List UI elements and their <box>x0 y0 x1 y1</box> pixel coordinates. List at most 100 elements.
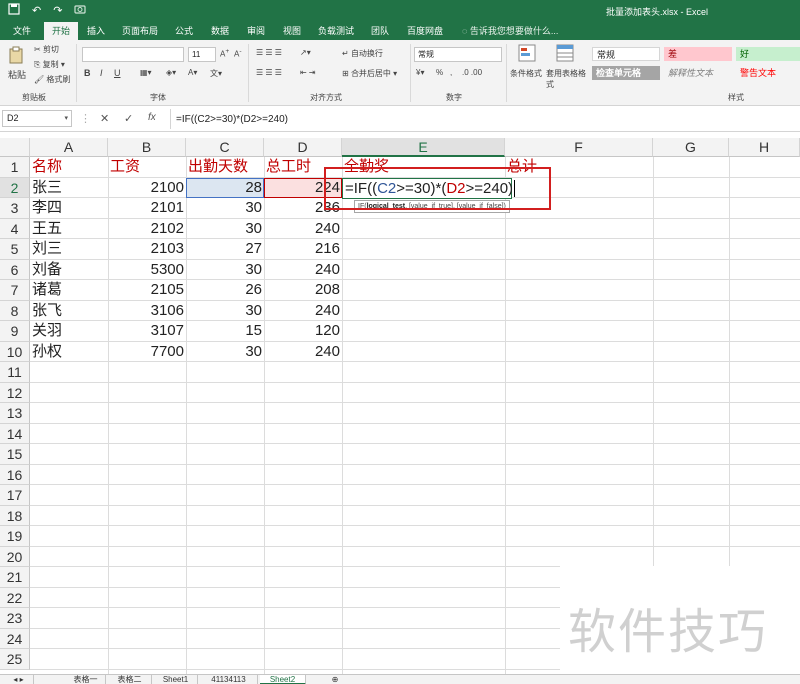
row-header-6[interactable]: 6 <box>0 259 30 280</box>
align-left-icon[interactable]: ☰ ☰ ☰ <box>256 68 282 77</box>
row-header-15[interactable]: 15 <box>0 444 30 465</box>
insert-function-icon[interactable]: fx <box>148 112 156 123</box>
paste-button[interactable]: 粘贴 <box>8 68 26 81</box>
sheet-tab-5[interactable]: Sheet2 <box>260 675 306 684</box>
number-format-select[interactable]: 常规 <box>414 47 502 62</box>
row-header-12[interactable]: 12 <box>0 382 30 403</box>
cell-hours[interactable]: 240 <box>264 301 342 321</box>
cell-hours[interactable]: 208 <box>264 280 342 300</box>
save-icon[interactable] <box>8 2 20 20</box>
font-color-icon[interactable]: A▾ <box>188 68 197 77</box>
row-header-7[interactable]: 7 <box>0 280 30 301</box>
decimal-icon[interactable]: .0 .00 <box>462 68 482 77</box>
tab-review[interactable]: 审阅 <box>242 22 270 40</box>
tab-home[interactable]: 开始 <box>44 22 78 40</box>
style-check-cell[interactable]: 检查单元格 <box>592 66 660 80</box>
wrap-text-button[interactable]: ↵ 自动换行 <box>342 48 383 59</box>
align-top-icon[interactable]: ☰ ☰ ☰ <box>256 48 282 57</box>
paste-icon[interactable] <box>8 46 24 66</box>
conditional-format-icon[interactable] <box>518 44 536 64</box>
cell-days[interactable]: 26 <box>186 280 264 300</box>
row-header-14[interactable]: 14 <box>0 423 30 444</box>
camera-icon[interactable] <box>74 3 87 19</box>
name-box[interactable]: D2 ▾ <box>2 110 72 127</box>
tab-insert[interactable]: 插入 <box>82 22 110 40</box>
cancel-icon[interactable]: ✕ <box>100 112 109 125</box>
cell-salary[interactable]: 7700 <box>108 342 186 362</box>
cell-name[interactable]: 关羽 <box>30 321 108 341</box>
cell-salary[interactable]: 2105 <box>108 280 186 300</box>
tab-view[interactable]: 视图 <box>278 22 306 40</box>
sheet-tab-1[interactable]: 表格一 <box>66 675 106 684</box>
cell-hours[interactable]: 240 <box>264 260 342 280</box>
sheet-nav-icon[interactable]: ◂ ▸ <box>4 675 34 684</box>
cell-name[interactable]: 刘三 <box>30 239 108 259</box>
row-header-18[interactable]: 18 <box>0 505 30 526</box>
bold-button[interactable]: B <box>84 68 91 78</box>
style-explanatory[interactable]: 解释性文本 <box>664 66 732 80</box>
currency-icon[interactable]: ¥▾ <box>416 68 424 77</box>
cell-name[interactable]: 刘备 <box>30 260 108 280</box>
cell-name[interactable]: 张飞 <box>30 301 108 321</box>
style-normal[interactable]: 常规 <box>592 47 660 61</box>
phonetic-icon[interactable]: 文▾ <box>210 68 222 79</box>
cell-name[interactable]: 诸葛 <box>30 280 108 300</box>
cell-hours[interactable]: 240 <box>264 342 342 362</box>
tab-baidu-netdisk[interactable]: 百度网盘 <box>402 22 448 40</box>
cell-days[interactable]: 30 <box>186 198 264 218</box>
italic-button[interactable]: I <box>100 68 103 78</box>
sheet-tab-2[interactable]: 表格二 <box>108 675 152 684</box>
cell-hours[interactable]: 120 <box>264 321 342 341</box>
tab-data[interactable]: 数据 <box>206 22 234 40</box>
column-header-f[interactable]: F <box>505 138 653 157</box>
cell-salary[interactable]: 2102 <box>108 219 186 239</box>
percent-button[interactable]: % <box>436 68 443 77</box>
cell-name[interactable]: 李四 <box>30 198 108 218</box>
row-header-16[interactable]: 16 <box>0 464 30 485</box>
cell-salary[interactable]: 2103 <box>108 239 186 259</box>
font-name-select[interactable] <box>82 47 184 62</box>
cell-days[interactable]: 27 <box>186 239 264 259</box>
cell-salary[interactable]: 2100 <box>108 178 186 198</box>
tab-load-test[interactable]: 负载测试 <box>314 22 358 40</box>
format-painter-button[interactable]: 🖌 格式刷 <box>34 74 70 85</box>
border-icon[interactable]: ▦▾ <box>140 68 152 77</box>
column-header-b[interactable]: B <box>108 138 186 157</box>
cell-days[interactable]: 30 <box>186 260 264 280</box>
cell-hours[interactable]: 240 <box>264 219 342 239</box>
formula-input[interactable]: =IF((C2>=30)*(D2>=240) <box>176 114 288 125</box>
row-header-13[interactable]: 13 <box>0 403 30 424</box>
conditional-format-button[interactable]: 条件格式 <box>510 68 542 79</box>
column-header-c[interactable]: C <box>186 138 264 157</box>
style-warning[interactable]: 警告文本 <box>736 66 800 80</box>
column-header-d[interactable]: D <box>264 138 342 157</box>
row-header-22[interactable]: 22 <box>0 587 30 608</box>
merge-center-button[interactable]: ⊞ 合并后居中 ▾ <box>342 68 397 79</box>
undo-icon[interactable]: ↶ <box>32 3 41 19</box>
chevron-down-icon[interactable]: ▾ <box>64 111 68 126</box>
row-header-23[interactable]: 23 <box>0 608 30 629</box>
row-header-20[interactable]: 20 <box>0 546 30 567</box>
row-header-24[interactable]: 24 <box>0 628 30 649</box>
tell-me-search[interactable]: ◌ 告诉我您想要做什么... <box>462 22 558 40</box>
select-all-corner[interactable] <box>0 138 30 157</box>
underline-button[interactable]: U <box>114 68 121 78</box>
column-header-e[interactable]: E <box>342 138 505 157</box>
header-name[interactable]: 名称 <box>30 157 108 177</box>
row-header-9[interactable]: 9 <box>0 321 30 342</box>
cell-name[interactable]: 孙权 <box>30 342 108 362</box>
header-days[interactable]: 出勤天数 <box>186 157 264 177</box>
orientation-icon[interactable]: ↗▾ <box>300 48 311 57</box>
row-header-8[interactable]: 8 <box>0 300 30 321</box>
tab-formulas[interactable]: 公式 <box>170 22 198 40</box>
indent-icon[interactable]: ⇤ ⇥ <box>300 68 316 77</box>
row-header-5[interactable]: 5 <box>0 239 30 260</box>
column-header-g[interactable]: G <box>653 138 729 157</box>
row-header-11[interactable]: 11 <box>0 362 30 383</box>
row-header-1[interactable]: 1 <box>0 157 30 178</box>
enter-icon[interactable]: ✓ <box>124 112 133 125</box>
font-size-select[interactable]: 11 <box>188 47 216 62</box>
row-header-21[interactable]: 21 <box>0 567 30 588</box>
column-header-a[interactable]: A <box>30 138 108 157</box>
sheet-tab-4[interactable]: 41134113 <box>200 675 258 684</box>
